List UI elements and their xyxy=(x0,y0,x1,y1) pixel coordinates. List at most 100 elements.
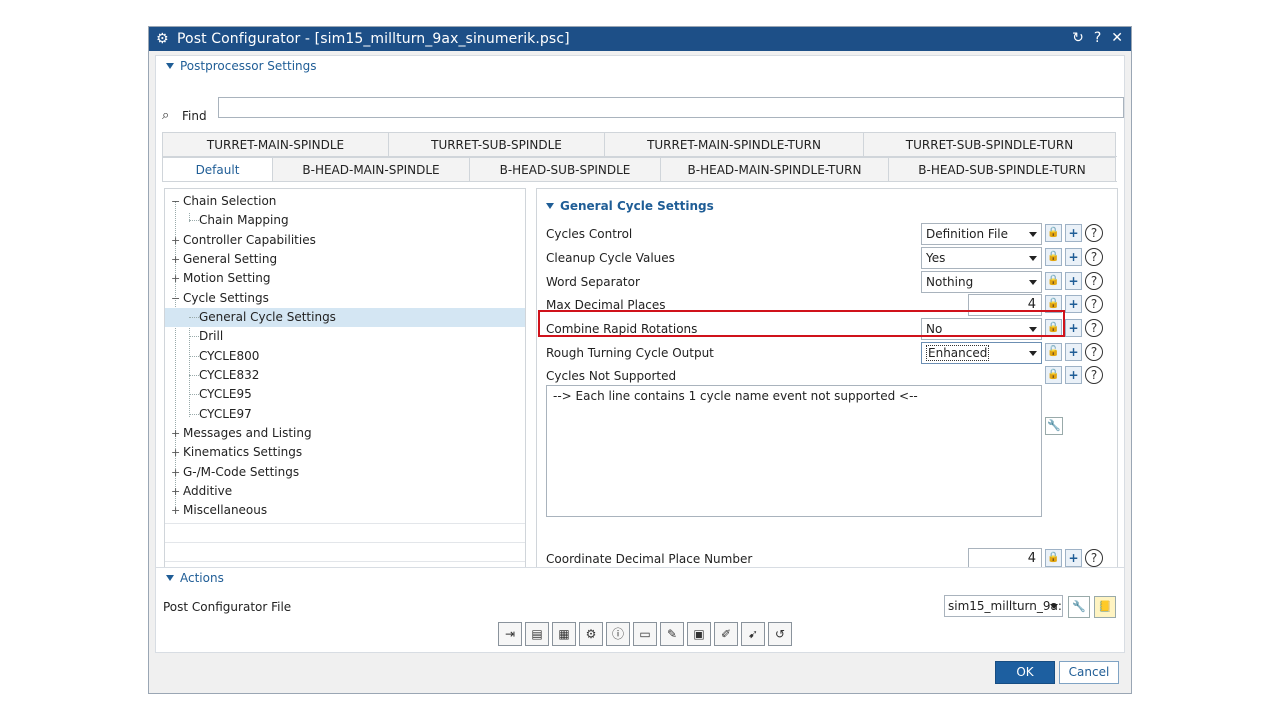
add-icon[interactable]: + xyxy=(1065,366,1082,384)
book-icon[interactable]: 📒 xyxy=(1094,596,1116,618)
tree-item-chain-mapping[interactable]: Chain Mapping xyxy=(165,211,525,230)
tree-item-additive[interactable]: + Additive xyxy=(165,482,525,501)
row-cleanup-cycle-values: Cleanup Cycle Values Yes 🔒 + ? xyxy=(546,247,1110,269)
highlight-box xyxy=(538,310,1065,337)
find-input[interactable] xyxy=(218,97,1124,118)
tree-item-drill[interactable]: Drill xyxy=(165,327,525,346)
tree-item-chain-selection[interactable]: − Chain Selection xyxy=(165,192,525,211)
add-icon[interactable]: + xyxy=(1065,224,1082,242)
row-rough-turning-cycle-output: Rough Turning Cycle Output Enhanced 🔓 + … xyxy=(546,342,1110,364)
add-icon[interactable]: + xyxy=(1065,248,1082,266)
save-icon[interactable]: ▣ xyxy=(687,622,711,646)
wrench-icon[interactable]: 🔧 xyxy=(1068,596,1090,618)
rough-turning-cycle-output-select[interactable]: Enhanced xyxy=(921,342,1042,364)
tab-turret-sub-spindle[interactable]: TURRET-SUB-SPINDLE xyxy=(388,132,605,156)
settings-tree: − Chain Selection Chain Mapping + Controll… xyxy=(164,188,526,580)
add-icon[interactable]: + xyxy=(1065,295,1082,313)
undo-icon[interactable]: ↺ xyxy=(768,622,792,646)
save-as-icon[interactable]: ✐ xyxy=(714,622,738,646)
tree-item-cycle-settings[interactable]: − Cycle Settings xyxy=(165,289,525,308)
lock-icon[interactable]: 🔒 xyxy=(1045,224,1062,242)
open-folder-icon[interactable]: ▭ xyxy=(633,622,657,646)
tree-item-general-setting[interactable]: + General Setting xyxy=(165,250,525,269)
general-cycle-settings-panel: General Cycle Settings Cycles Control De… xyxy=(536,188,1118,580)
collapse-icon xyxy=(166,63,174,69)
collapse-icon xyxy=(166,575,174,581)
help-icon[interactable]: ? xyxy=(1085,366,1103,384)
window-title: Post Configurator - [sim15_millturn_9ax_… xyxy=(177,31,570,47)
post-configurator-file-label: Post Configurator File xyxy=(163,600,292,614)
cleanup-cycle-values-select[interactable]: Yes xyxy=(921,247,1042,269)
actions-toolbar: ⇥ ▤ ▦ ⚙ ⓘ ▭ ✎ ▣ ✐ ➹ ↺ xyxy=(498,622,792,646)
help-icon[interactable]: ? xyxy=(1085,319,1103,337)
word-separator-select[interactable]: Nothing xyxy=(921,271,1042,293)
tab-default[interactable]: Default xyxy=(162,157,273,181)
add-icon[interactable]: + xyxy=(1065,549,1082,567)
help-icon[interactable]: ? xyxy=(1085,549,1103,567)
tabs-row-2: Default B-HEAD-MAIN-SPINDLE B-HEAD-SUB-S… xyxy=(162,157,1117,182)
tree-item-cycle97[interactable]: CYCLE97 xyxy=(165,405,525,424)
tab-b-head-main-spindle-turn[interactable]: B-HEAD-MAIN-SPINDLE-TURN xyxy=(660,157,889,181)
tab-b-head-sub-spindle[interactable]: B-HEAD-SUB-SPINDLE xyxy=(469,157,661,181)
tab-b-head-main-spindle[interactable]: B-HEAD-MAIN-SPINDLE xyxy=(272,157,470,181)
cycles-control-select[interactable]: Definition File xyxy=(921,223,1042,245)
tab-turret-main-spindle[interactable]: TURRET-MAIN-SPINDLE xyxy=(162,132,389,156)
help-icon[interactable]: ? xyxy=(1085,272,1103,290)
actions-header[interactable]: Actions xyxy=(166,571,224,585)
chevron-down-icon xyxy=(1029,256,1037,261)
reset-icon[interactable]: ↻ xyxy=(1072,30,1084,46)
find-label: Find xyxy=(182,108,207,123)
tree-item-gm-code-settings[interactable]: + G-/M-Code Settings xyxy=(165,463,525,482)
export-icon[interactable]: ⇥ xyxy=(498,622,522,646)
tree-item-cycle95[interactable]: CYCLE95 xyxy=(165,385,525,404)
settings-stack-icon[interactable]: ⚙ xyxy=(579,622,603,646)
tree-item-messages-and-listing[interactable]: + Messages and Listing xyxy=(165,424,525,443)
post-configurator-file-select[interactable]: sim15_millturn_9a: xyxy=(944,595,1063,617)
add-icon[interactable]: + xyxy=(1065,343,1082,361)
tree-item-general-cycle-settings[interactable]: General Cycle Settings xyxy=(165,308,525,327)
help-icon[interactable]: ? xyxy=(1085,343,1103,361)
tab-turret-sub-spindle-turn[interactable]: TURRET-SUB-SPINDLE-TURN xyxy=(863,132,1116,156)
chevron-down-icon xyxy=(1050,604,1058,609)
tree-item-cycle832[interactable]: CYCLE832 xyxy=(165,366,525,385)
tab-turret-main-spindle-turn[interactable]: TURRET-MAIN-SPINDLE-TURN xyxy=(604,132,864,156)
wrench-icon[interactable]: 🔧 xyxy=(1045,417,1063,435)
lock-icon[interactable]: 🔒 xyxy=(1045,366,1062,384)
tab-b-head-sub-spindle-turn[interactable]: B-HEAD-SUB-SPINDLE-TURN xyxy=(888,157,1116,181)
cursor-icon[interactable]: ➹ xyxy=(741,622,765,646)
ok-button[interactable]: OK xyxy=(995,661,1055,684)
title-bar: ⚙ Post Configurator - [sim15_millturn_9a… xyxy=(149,27,1131,51)
help-icon[interactable]: ? xyxy=(1094,30,1101,46)
cancel-button[interactable]: Cancel xyxy=(1059,661,1119,684)
row-cycles-control: Cycles Control Definition File 🔒 + ? xyxy=(546,223,1110,245)
def-file-icon[interactable]: ▤ xyxy=(525,622,549,646)
general-cycle-settings-header[interactable]: General Cycle Settings xyxy=(546,199,714,213)
post-configurator-dialog: ⚙ Post Configurator - [sim15_millturn_9a… xyxy=(148,26,1132,694)
actions-panel: Actions Post Configurator File sim15_mil… xyxy=(155,567,1125,653)
tree-item-kinematics-settings[interactable]: + Kinematics Settings xyxy=(165,443,525,462)
info-icon[interactable]: ⓘ xyxy=(606,622,630,646)
help-icon[interactable]: ? xyxy=(1085,295,1103,313)
close-icon[interactable]: ✕ xyxy=(1111,30,1123,46)
edit-file-icon[interactable]: ✎ xyxy=(660,622,684,646)
row-cycles-not-supported: Cycles Not Supported 🔒 + ? xyxy=(546,365,1110,387)
tree-item-miscellaneous[interactable]: + Miscellaneous xyxy=(165,501,525,520)
add-icon[interactable]: + xyxy=(1065,272,1082,290)
lock-icon[interactable]: 🔒 xyxy=(1045,248,1062,266)
help-icon[interactable]: ? xyxy=(1085,224,1103,242)
help-icon[interactable]: ? xyxy=(1085,248,1103,266)
lock-icon[interactable]: 🔒 xyxy=(1045,549,1062,567)
binoculars-icon: ⌕ xyxy=(162,108,170,123)
row-word-separator: Word Separator Nothing 🔒 + ? xyxy=(546,271,1110,293)
find-row: ⌕ Find xyxy=(162,97,1124,123)
tree-item-controller-capabilities[interactable]: + Controller Capabilities xyxy=(165,231,525,250)
cycles-not-supported-textarea[interactable]: --> Each line contains 1 cycle name even… xyxy=(546,385,1042,517)
unlock-icon[interactable]: 🔓 xyxy=(1045,343,1062,361)
gear-icon: ⚙ xyxy=(156,31,169,47)
tree-item-motion-setting[interactable]: + Motion Setting xyxy=(165,269,525,288)
tree-item-cycle800[interactable]: CYCLE800 xyxy=(165,347,525,366)
add-icon[interactable]: + xyxy=(1065,319,1082,337)
report-icon[interactable]: ▦ xyxy=(552,622,576,646)
postprocessor-settings-header[interactable]: Postprocessor Settings xyxy=(166,59,317,73)
lock-icon[interactable]: 🔒 xyxy=(1045,272,1062,290)
